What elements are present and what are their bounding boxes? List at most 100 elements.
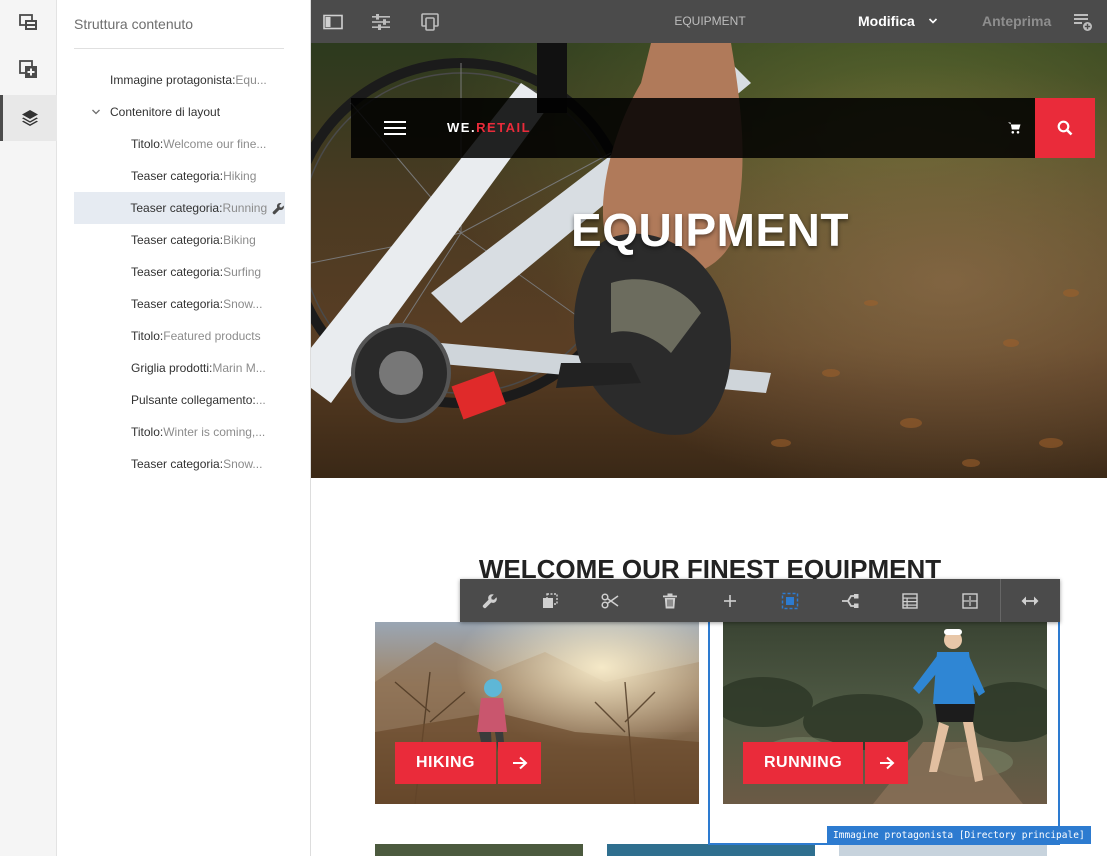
annotations-button[interactable] <box>1072 11 1094 33</box>
page-properties-button[interactable] <box>370 11 392 33</box>
tree-item-value: Surfing <box>223 265 262 279</box>
site-logo[interactable]: WE.RETAIL <box>447 120 531 135</box>
panel-divider <box>74 48 284 49</box>
emulator-button[interactable] <box>419 11 441 33</box>
tree-item-value: Snow... <box>223 457 263 471</box>
side-rail <box>0 0 57 856</box>
layout-button[interactable] <box>892 579 928 622</box>
teaser-arrow-button[interactable] <box>498 742 541 784</box>
logo-prefix: WE. <box>447 120 477 135</box>
mode-selector[interactable]: Modifica <box>858 13 915 29</box>
hero-image[interactable]: WE.RETAIL EQUIPMENT <box>311 43 1107 478</box>
copy-button[interactable] <box>532 579 568 622</box>
sliders-icon <box>372 14 390 30</box>
tree-item-teaser-running[interactable]: Teaser categoria: Running <box>74 192 285 224</box>
tree-item-title[interactable]: Titolo: Welcome our fine... <box>74 128 285 160</box>
tree-item-label: Teaser categoria: <box>131 297 224 311</box>
page-layers-button[interactable] <box>0 0 57 46</box>
tree-item-teaser-surfing[interactable]: Teaser categoria: Surfing <box>74 256 285 288</box>
tree-item-label: Teaser categoria: <box>131 169 224 183</box>
layout-icon <box>902 592 918 609</box>
toolbar-divider <box>1000 579 1001 622</box>
chevron-down-icon[interactable] <box>91 107 101 117</box>
panel-title: Struttura contenuto <box>74 16 194 32</box>
component-edit-toolbar <box>460 579 1060 622</box>
hamburger-menu-icon[interactable] <box>384 120 406 136</box>
tree-item-value: Biking <box>223 233 256 247</box>
page-canvas: WE.RETAIL EQUIPMENT WELCOME OUR FINEST E… <box>311 43 1107 856</box>
tree-item-hero-image[interactable]: Immagine protagonista: Equ... <box>74 64 285 96</box>
cart-icon[interactable] <box>1008 122 1021 134</box>
cut-icon <box>601 592 619 609</box>
tree-item-value: Equ... <box>235 73 267 87</box>
tree-item-product-grid[interactable]: Griglia prodotti: Marin M... <box>74 352 285 384</box>
tree-item-label: Immagine protagonista: <box>110 73 236 87</box>
insert-button[interactable] <box>712 579 748 622</box>
teaser-card-snow[interactable] <box>839 844 1047 856</box>
wrench-icon[interactable] <box>272 202 285 215</box>
site-navbar: WE.RETAIL <box>351 98 1035 158</box>
toggle-side-panel-button[interactable] <box>322 11 344 33</box>
logo-suffix: RETAIL <box>476 120 532 135</box>
mode-label: Modifica <box>858 13 915 29</box>
tree-item-value: Snow... <box>223 297 263 311</box>
arrow-right-icon <box>512 756 527 770</box>
page-layers-icon <box>18 14 37 30</box>
editor-topbar: EQUIPMENT Modifica Anteprima <box>311 0 1107 43</box>
cut-button[interactable] <box>592 579 628 622</box>
configure-icon <box>482 593 497 608</box>
tree-item-value: Featured products <box>163 329 261 343</box>
tree-item-value: Hiking <box>223 169 257 183</box>
resize-button[interactable] <box>1012 579 1048 622</box>
tree-item-value: Winter is coming,... <box>163 425 266 439</box>
tree-item-value: ... <box>255 393 266 407</box>
chevron-down-icon[interactable] <box>928 17 938 25</box>
teaser-card-surfing[interactable] <box>607 844 815 856</box>
copy-icon <box>543 592 558 608</box>
teaser-card-biking[interactable] <box>375 844 583 856</box>
tree-item-link-button[interactable]: Pulsante collegamento:... <box>74 384 285 416</box>
resize-icon <box>1021 596 1039 605</box>
side-panel-icon <box>323 14 343 30</box>
content-tree-button[interactable] <box>0 95 57 141</box>
add-component-icon <box>18 60 37 78</box>
tree-item-teaser-snow[interactable]: Teaser categoria: Snow... <box>74 288 285 320</box>
preview-button[interactable]: Anteprima <box>982 13 1051 29</box>
delete-button[interactable] <box>652 579 688 622</box>
hero-title: EQUIPMENT <box>571 204 849 256</box>
tree-item-label: Titolo: <box>131 137 164 151</box>
add-annotation-icon <box>1074 14 1092 31</box>
teaser-cta[interactable]: HIKING <box>395 742 541 784</box>
tree-item-label: Teaser categoria: <box>131 265 224 279</box>
teaser-label: HIKING <box>395 742 496 784</box>
teaser-card-hiking[interactable]: HIKING <box>375 622 699 804</box>
tree-item-label: Teaser categoria: <box>131 457 224 471</box>
structure-button[interactable] <box>952 579 988 622</box>
add-component-button[interactable] <box>0 47 57 93</box>
tree-item-teaser-snow-2[interactable]: Teaser categoria: Snow... <box>74 448 285 480</box>
group-button[interactable] <box>832 579 868 622</box>
content-tree-panel: Struttura contenuto Immagine protagonist… <box>57 0 311 856</box>
tree-item-value: Running <box>222 201 268 215</box>
search-icon <box>1057 120 1073 136</box>
tree-item-label: Teaser categoria: <box>131 233 224 247</box>
tree-item-layout-container[interactable]: Contenitore di layout <box>74 96 285 128</box>
tree-item-label: Pulsante collegamento: <box>131 393 256 407</box>
tree-item-label: Titolo: <box>131 329 164 343</box>
tree-item-title-featured[interactable]: Titolo: Featured products <box>74 320 285 352</box>
component-selection-frame <box>708 622 1060 845</box>
tree-item-teaser-hiking[interactable]: Teaser categoria: Hiking <box>74 160 285 192</box>
configure-button[interactable] <box>472 579 508 622</box>
delete-icon <box>663 593 677 608</box>
select-parent-button[interactable] <box>772 579 808 622</box>
page-title: EQUIPMENT <box>674 14 746 28</box>
site-search-button[interactable] <box>1035 98 1095 158</box>
tree-item-value: Welcome our fine... <box>163 137 267 151</box>
insert-icon <box>724 594 736 607</box>
tree-item-label: Teaser categoria: <box>130 201 223 215</box>
selection-label: Immagine protagonista [Directory princip… <box>827 826 1091 844</box>
layers-icon <box>22 110 38 126</box>
tree-item-title-winter[interactable]: Titolo: Winter is coming,... <box>74 416 285 448</box>
tree-item-label: Contenitore di layout <box>110 105 221 119</box>
tree-item-teaser-biking[interactable]: Teaser categoria: Biking <box>74 224 285 256</box>
